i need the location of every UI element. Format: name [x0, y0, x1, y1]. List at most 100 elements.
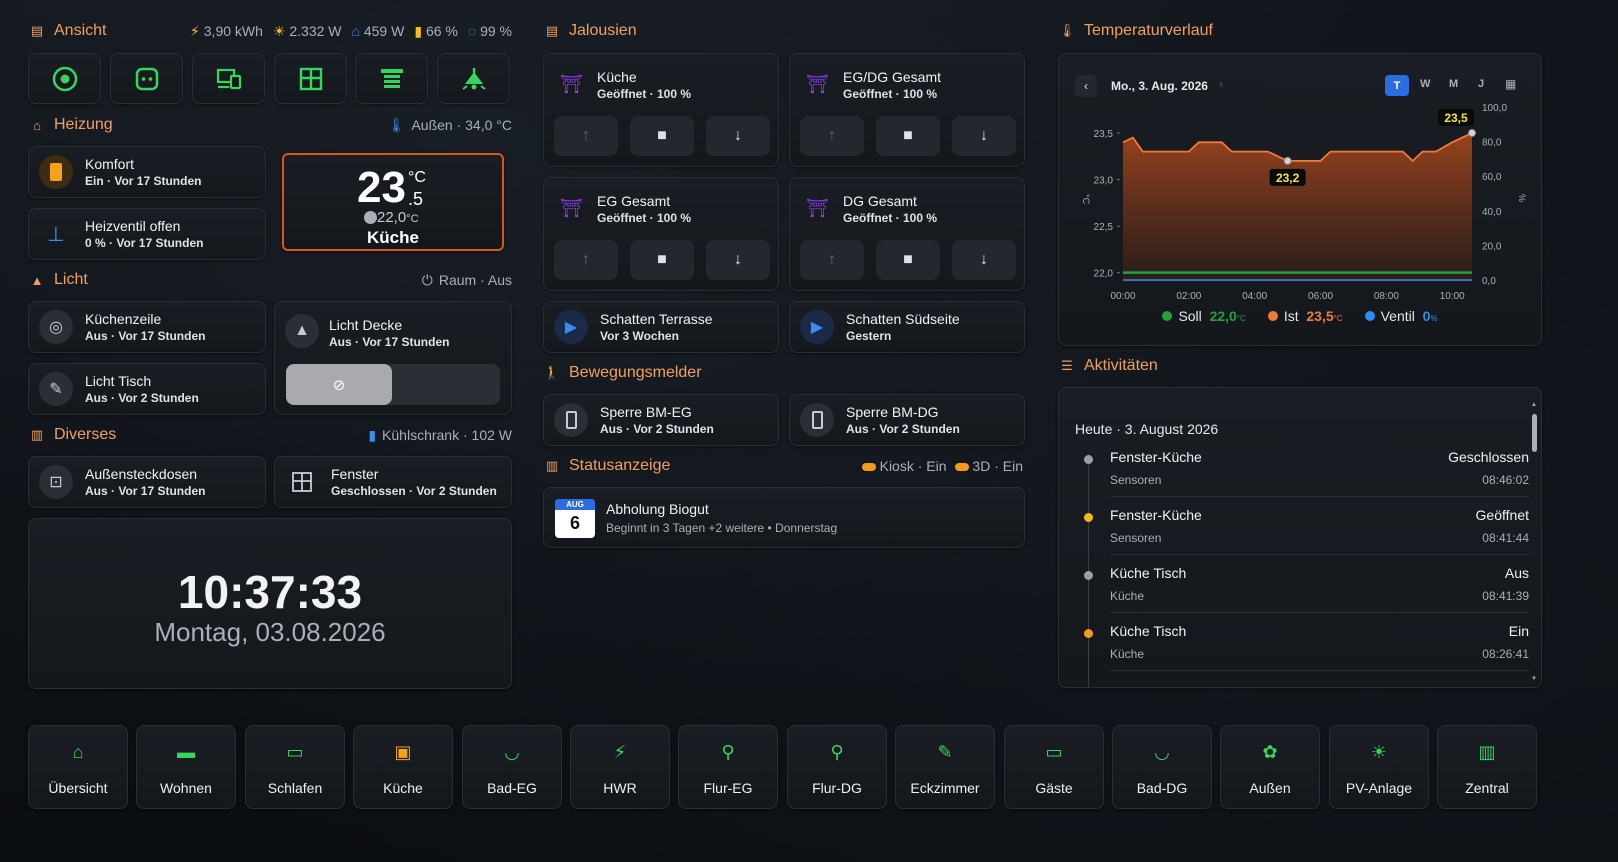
cover-icon: ⛩: [806, 74, 829, 94]
legend-soll[interactable]: Soll 22,0°C: [1162, 308, 1246, 324]
licht-decke-toggle[interactable]: ⊘: [286, 364, 500, 405]
licht-room-state[interactable]: ⏻ Raum · Aus: [422, 272, 512, 289]
cover-close-button[interactable]: ↓: [952, 240, 1016, 280]
shutter-icon: [380, 68, 403, 88]
nav-devices-button[interactable]: [192, 53, 265, 104]
range-tab-j[interactable]: J: [1478, 78, 1484, 90]
nav-tab-label: Zentral: [1465, 780, 1509, 796]
threed-toggle[interactable]: 3D · Ein: [954, 458, 1023, 474]
scroll-down-arrow[interactable]: ▼: [1531, 676, 1537, 682]
kiosk-toggle[interactable]: Kiosk · Ein: [861, 458, 947, 474]
y-right-tick: 100,0: [1482, 103, 1507, 114]
activity-row[interactable]: Küche Tisch Ein Küche 08:26:41: [1059, 619, 1529, 677]
thermostat-card[interactable]: 23 °C .5 22,0°C Küche: [282, 153, 504, 251]
activity-dot: [1084, 513, 1093, 522]
home-power-stat[interactable]: ⌂ 459 W: [352, 23, 405, 39]
aussensteckdosen-tile[interactable]: ⊡ Außensteckdosen Aus · Vor 17 Stunden: [28, 456, 266, 508]
sperre-bm-dg-tile[interactable]: Sperre BM-DG Aus · Vor 2 Stunden: [789, 394, 1025, 446]
energy-stat[interactable]: ⚡ 3,90 kWh: [190, 23, 263, 40]
nav-tab-flur-dg[interactable]: ⚲ Flur-DG: [787, 725, 887, 809]
activity-row[interactable]: Küche Tisch Aus Küche 08:41:39: [1059, 561, 1529, 619]
kuechenzeile-state: Aus · Vor 17 Stunden: [85, 328, 206, 343]
activity-row[interactable]: Fenster-Küche Geschlossen Sensoren 08:46…: [1059, 445, 1529, 503]
calendar-event-card[interactable]: AUG 6 Abholung Biogut Beginnt in 3 Tagen…: [543, 487, 1025, 548]
cover-stop-button[interactable]: ■: [630, 116, 694, 156]
light-off-icon: ⊘: [332, 376, 346, 394]
nav-tab-pv-anlage[interactable]: ☀ PV-Anlage: [1329, 725, 1429, 809]
bottom-nav: ⌂ Übersicht ▬ Wohnen ▭ Schlafen ▣ Küche ◡ Bad-EG ⚡…: [28, 725, 1542, 809]
nav-tab-flur-eg[interactable]: ⚲ Flur-EG: [678, 725, 778, 809]
cover-close-button[interactable]: ↓: [706, 240, 770, 280]
cover-stop-button[interactable]: ■: [630, 240, 694, 280]
nav-tab-bad-eg[interactable]: ◡ Bad-EG: [462, 725, 562, 809]
temperature-chart: 22,0 22,5 23,0 23,5 0,0 20,0 40,0 60,0 80,0 100,0…: [1081, 103, 1527, 302]
nav-tab-schlafen[interactable]: ▭ Schlafen: [245, 725, 345, 809]
kuechenzeile-tile[interactable]: ◎ Küchenzeile Aus · Vor 17 Stunden: [28, 301, 266, 353]
cover-open-button[interactable]: ↑: [800, 116, 864, 156]
solar-icon: ☀: [272, 22, 286, 39]
nav-eye-button[interactable]: [28, 53, 101, 104]
nav-tab-gäste[interactable]: ▭ Gäste: [1004, 725, 1104, 809]
nav-tab-hwr[interactable]: ⚡ HWR: [570, 725, 670, 809]
legend-ist[interactable]: Ist 23,5°C: [1267, 308, 1343, 324]
activity-dot: [1084, 629, 1093, 638]
scroll-thumb[interactable]: [1532, 414, 1537, 452]
nav-tab-eckzimmer[interactable]: ✎ Eckzimmer: [895, 725, 995, 809]
nav-socket-button[interactable]: [110, 53, 183, 104]
nav-tab-bad-dg[interactable]: ◡ Bad-DG: [1112, 725, 1212, 809]
cover-card-kueche[interactable]: ⛩ Küche Geöffnet · 100 % ↑ ■ ↓: [543, 53, 779, 167]
cover-open-button[interactable]: ↑: [554, 240, 618, 280]
battery-stat[interactable]: ▮ 66 %: [414, 23, 458, 40]
komfort-tile[interactable]: Komfort Ein · Vor 17 Stunden: [28, 146, 266, 198]
cover-card-dg[interactable]: ⛩ DG Gesamt Geöffnet · 100 % ↑ ■ ↓: [789, 177, 1025, 291]
cover-card-eg[interactable]: ⛩ EG Gesamt Geöffnet · 100 % ↑ ■ ↓: [543, 177, 779, 291]
range-tab-m[interactable]: M: [1449, 78, 1458, 90]
clock-card: 10:37:33 Montag, 03.08.2026: [28, 518, 512, 689]
activity-state: Geöffnet: [1475, 507, 1529, 523]
licht-title: Licht: [54, 271, 88, 288]
cover-stop-button[interactable]: ■: [876, 116, 940, 156]
legend-ventil[interactable]: Ventil 0%: [1364, 308, 1438, 324]
fridge-power[interactable]: ▮ Kühlschrank · 102 W: [368, 427, 512, 444]
cover-stop-button[interactable]: ■: [876, 240, 940, 280]
desk-icon: ✎: [937, 742, 953, 762]
toggle-thumb[interactable]: ⊘: [286, 364, 392, 405]
solar-stat[interactable]: ☀ 2.332 W: [273, 23, 342, 40]
licht-tisch-tile[interactable]: ✎ Licht Tisch Aus · Vor 2 Stunden: [28, 363, 266, 415]
nav-tab-außen[interactable]: ✿ Außen: [1220, 725, 1320, 809]
range-tab-w[interactable]: W: [1420, 78, 1430, 90]
fenster-tile[interactable]: Fenster Geschlossen · Vor 2 Stunden: [274, 456, 512, 508]
nav-shutter-button[interactable]: [355, 53, 428, 104]
scroll-up-arrow[interactable]: ▲: [1531, 402, 1537, 408]
licht-decke-card[interactable]: ▲ Licht Decke Aus · Vor 17 Stunden ⊘: [274, 301, 512, 415]
cover-open-button[interactable]: ↑: [800, 240, 864, 280]
misc-icon: ▥: [30, 427, 44, 442]
y-right-tick: 60,0: [1482, 172, 1502, 183]
heizventil-tile[interactable]: ⊥ Heizventil offen 0 % · Vor 17 Stunden: [28, 208, 266, 260]
nav-tab-zentral[interactable]: ▥ Zentral: [1437, 725, 1537, 809]
sperre-bm-eg-tile[interactable]: Sperre BM-EG Aus · Vor 2 Stunden: [543, 394, 779, 446]
licht-tisch-name: Licht Tisch: [85, 372, 152, 389]
activity-entity: Küche Tisch: [1110, 623, 1187, 639]
scene-schatten-suedseite[interactable]: ▶ Schatten Südseite Gestern: [789, 301, 1025, 353]
event-subtitle: Beginnt in 3 Tagen +2 weitere • Donnerst…: [606, 521, 838, 535]
activity-scrollbar[interactable]: ▲ ▼: [1531, 402, 1537, 682]
cover-close-button[interactable]: ↓: [706, 116, 770, 156]
scene-schatten-terrasse[interactable]: ▶ Schatten Terrasse Vor 3 Wochen: [543, 301, 779, 353]
cover-card-egdg[interactable]: ⛩ EG/DG Gesamt Geöffnet · 100 % ↑ ■ ↓: [789, 53, 1025, 167]
nav-window-button[interactable]: [274, 53, 347, 104]
range-tab-t[interactable]: T: [1385, 75, 1409, 96]
cover-open-button[interactable]: ↑: [554, 116, 618, 156]
nav-tab-wohnen[interactable]: ▬ Wohnen: [136, 725, 236, 809]
calendar-picker-icon[interactable]: ▦: [1505, 77, 1516, 91]
next-day-button[interactable]: ›: [1219, 77, 1223, 91]
komfort-name: Komfort: [85, 155, 135, 172]
heizventil-state: 0 % · Vor 17 Stunden: [85, 235, 204, 250]
activity-row[interactable]: Fenster-Küche Geöffnet Sensoren 08:41:44: [1059, 503, 1529, 561]
nav-tab-übersicht[interactable]: ⌂ Übersicht: [28, 725, 128, 809]
nav-tab-küche[interactable]: ▣ Küche: [353, 725, 453, 809]
cover-close-button[interactable]: ↓: [952, 116, 1016, 156]
autarky-stat[interactable]: ◌ 99 %: [468, 23, 512, 39]
nav-ceiling-light-button[interactable]: [437, 53, 510, 104]
legend-dot: [1267, 311, 1278, 321]
